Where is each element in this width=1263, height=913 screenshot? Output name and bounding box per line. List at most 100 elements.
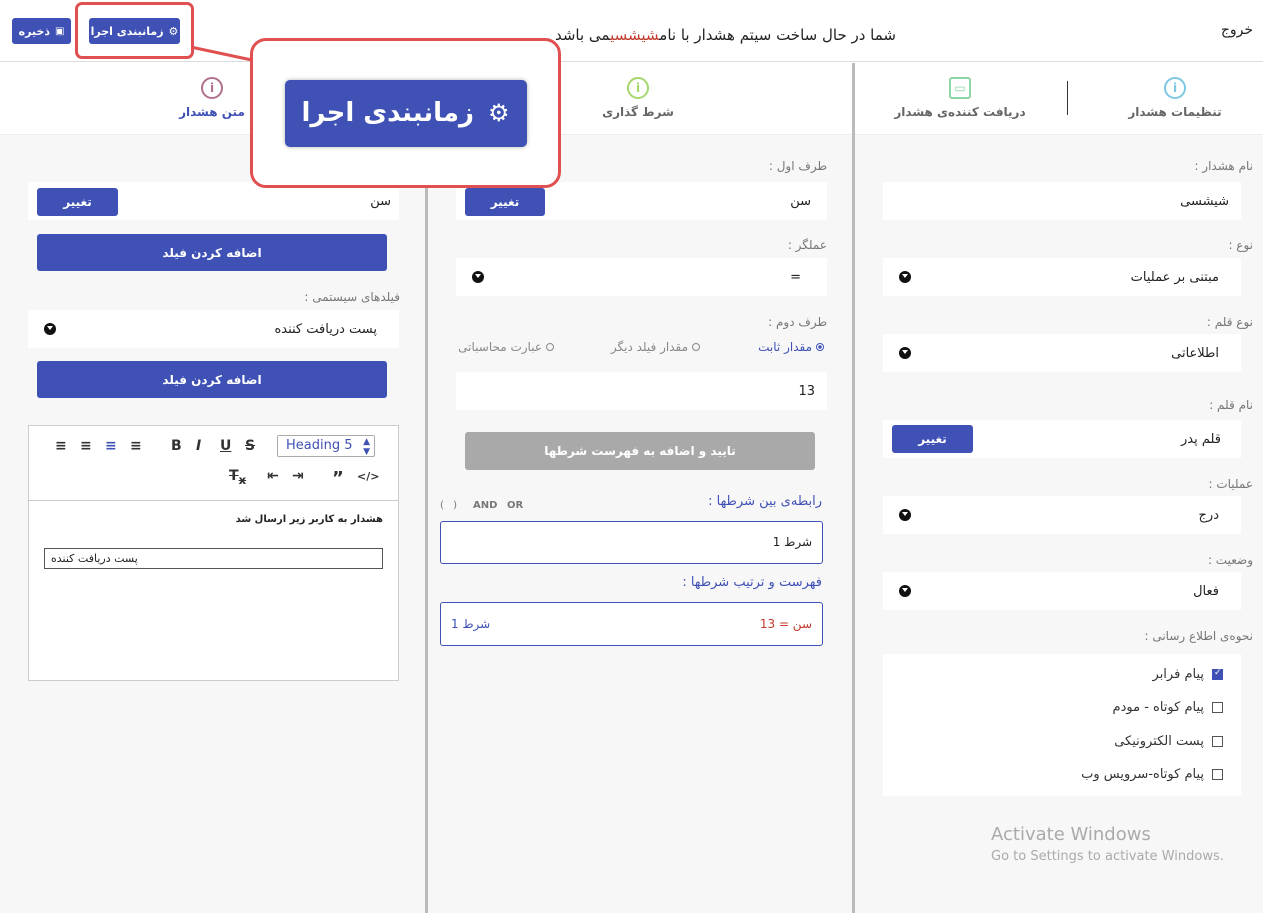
heading-select[interactable]: Heading 5 ▲ ▼	[277, 435, 375, 457]
zoom-callout: ⚙ زمانبندی اجرا	[250, 38, 561, 188]
relation-expression-value: شرط 1	[772, 535, 812, 549]
radio-icon	[692, 343, 700, 351]
condition-column: i شرط گذاری طرف اول : سن تغییر عملگر : =…	[428, 63, 852, 913]
status-label: وضعیت :	[1207, 553, 1253, 567]
exit-link[interactable]: خروج	[1221, 22, 1253, 38]
radio-fixed-label: مقدار ثابت	[758, 340, 812, 354]
second-side-value: 13	[798, 383, 815, 399]
settings-column-header: i تنظیمات هشدار ▭ دریافت کننده‌ی هشدار	[855, 63, 1263, 135]
notify-option-app[interactable]: پیام فرابر	[1153, 667, 1223, 682]
condition-list-label: فهرست و ترتیب شرطها :	[682, 575, 822, 590]
item-name-label: نام قلم :	[1209, 398, 1253, 412]
first-side-label: طرف اول :	[768, 159, 827, 173]
text-field-value: سن	[370, 193, 391, 209]
first-side-value: سن	[790, 193, 811, 209]
relation-label: رابطه‌ی بین شرطها :	[708, 494, 822, 509]
tab-condition[interactable]: i شرط گذاری	[578, 77, 698, 119]
condition-name[interactable]: شرط 1	[451, 617, 490, 631]
clear-format-icon[interactable]: Tx	[229, 468, 246, 487]
underline-icon[interactable]: U	[220, 438, 231, 454]
type-value: مبتنی بر عملیات	[1130, 269, 1219, 285]
status-select[interactable]: فعال	[883, 572, 1241, 610]
or-operator[interactable]: OR	[507, 500, 523, 511]
select-arrows-icon: ▲ ▼	[363, 437, 370, 457]
save-icon: ▣	[54, 25, 65, 37]
notify-option-email[interactable]: پست الکترونیکی	[1114, 734, 1223, 749]
zoomed-schedule-label: زمانبندی اجرا	[301, 98, 474, 128]
tab-receiver[interactable]: ▭ دریافت کننده‌ی هشدار	[885, 77, 1035, 119]
italic-icon[interactable]: I	[196, 438, 201, 454]
operations-value: درج	[1198, 507, 1219, 523]
outdent-icon[interactable]: ⇤	[267, 468, 279, 484]
system-field-value: پست دریافت کننده	[274, 321, 377, 337]
tab-text[interactable]: i متن هشدار	[160, 77, 264, 119]
highlight-frame	[75, 2, 194, 59]
second-side-input[interactable]: 13	[456, 372, 827, 410]
radio-other-field[interactable]: مقدار فیلد دیگر	[611, 340, 700, 354]
activation-watermark-title: Activate Windows	[991, 824, 1151, 845]
add-field-button[interactable]: اضافه کردن فیلد	[37, 234, 387, 271]
settings-body: نام هشدار : شیشسی نوع : مبتنی بر عملیات …	[855, 135, 1263, 913]
info-icon: i	[1164, 77, 1186, 99]
rich-text-editor: ≡ ≡ ≡ ≡ B I U S Heading 5 ▲ ▼ Tx ⇤ ⇥ ” </…	[28, 425, 399, 681]
operator-value: =	[790, 269, 801, 285]
strikethrough-icon[interactable]: S	[245, 438, 255, 454]
editor-field-token-label: پست دریافت کننده	[51, 552, 138, 565]
editor-field-token[interactable]: پست دریافت کننده	[44, 548, 383, 569]
radio-calc-label: عبارت محاسباتی	[458, 340, 542, 354]
and-operator[interactable]: AND	[473, 500, 497, 511]
notify-label: نحوه‌ی اطلاع رسانی :	[1144, 629, 1253, 643]
align-left-icon[interactable]: ≡	[55, 438, 67, 454]
activation-watermark-subtitle: Go to Settings to activate Windows.	[991, 849, 1224, 864]
type-select[interactable]: مبتنی بر عملیات	[883, 258, 1241, 296]
alert-name-value: شیشسی	[1180, 193, 1229, 209]
save-button[interactable]: ▣ ذخیره	[12, 18, 71, 44]
notify-option-label: پیام کوتاه - مودم	[1112, 700, 1204, 715]
operator-select[interactable]: =	[456, 258, 827, 296]
folder-icon: ▭	[949, 77, 971, 99]
item-name-value: قلم پدر	[1180, 431, 1221, 447]
change-first-side-button[interactable]: تغییر	[465, 188, 545, 216]
tab-separator	[1067, 81, 1068, 115]
parentheses-operator[interactable]: ( )	[440, 500, 457, 511]
info-icon: i	[201, 77, 223, 99]
tab-settings[interactable]: i تنظیمات هشدار	[1115, 77, 1235, 119]
notify-option-label: پیام فرابر	[1152, 667, 1204, 682]
name-label: نام هشدار :	[1194, 159, 1253, 173]
confirm-add-condition-button[interactable]: تایید و اضافه به فهرست شرطها	[465, 432, 815, 470]
item-type-select[interactable]: اطلاعاتی	[883, 334, 1241, 372]
align-justify-icon[interactable]: ≡	[130, 438, 142, 454]
notify-option-label: پست الکترونیکی	[1114, 734, 1204, 749]
tab-receiver-label: دریافت کننده‌ی هشدار	[894, 105, 1026, 119]
editor-text-line[interactable]: هشدار به کاربر زیر ارسال شد	[236, 514, 383, 525]
tab-condition-label: شرط گذاری	[602, 105, 674, 119]
radio-other-label: مقدار فیلد دیگر	[610, 340, 688, 354]
system-field-select[interactable]: پست دریافت کننده	[28, 310, 399, 348]
align-right-icon[interactable]: ≡	[105, 438, 117, 454]
system-fields-label: فیلدهای سیستمی :	[304, 290, 400, 304]
radio-calculated[interactable]: عبارت محاسباتی	[458, 340, 554, 354]
notify-options: پیام فرابر پیام کوتاه - مودم پست الکترون…	[883, 654, 1241, 796]
code-icon[interactable]: </>	[357, 470, 379, 483]
tab-settings-label: تنظیمات هشدار	[1128, 105, 1222, 119]
heading-select-value: Heading 5	[286, 438, 353, 453]
add-system-field-button[interactable]: اضافه کردن فیلد	[37, 361, 387, 398]
alert-name-input[interactable]: شیشسی	[883, 182, 1241, 220]
radio-selected-icon	[816, 343, 824, 351]
notify-option-sms-modem[interactable]: پیام کوتاه - مودم	[1113, 700, 1223, 715]
radio-icon	[546, 343, 554, 351]
notify-option-sms-web[interactable]: پیام کوتاه-سرویس وب	[1081, 767, 1223, 782]
relation-expression-box[interactable]: شرط 1	[440, 521, 823, 564]
blockquote-icon[interactable]: ”	[332, 468, 344, 489]
tab-text-label: متن هشدار	[179, 105, 245, 119]
operations-select[interactable]: درج	[883, 496, 1241, 534]
indent-icon[interactable]: ⇥	[292, 468, 304, 484]
radio-fixed-value[interactable]: مقدار ثابت	[758, 340, 824, 354]
headline-alert-name: شیشسی	[610, 26, 660, 44]
align-center-icon[interactable]: ≡	[80, 438, 92, 454]
second-side-label: طرف دوم :	[768, 315, 827, 329]
bold-icon[interactable]: B	[171, 438, 182, 454]
change-item-button[interactable]: تغییر	[892, 425, 973, 453]
change-text-field-button[interactable]: تغییر	[37, 188, 118, 216]
chevron-down-icon	[899, 271, 911, 283]
